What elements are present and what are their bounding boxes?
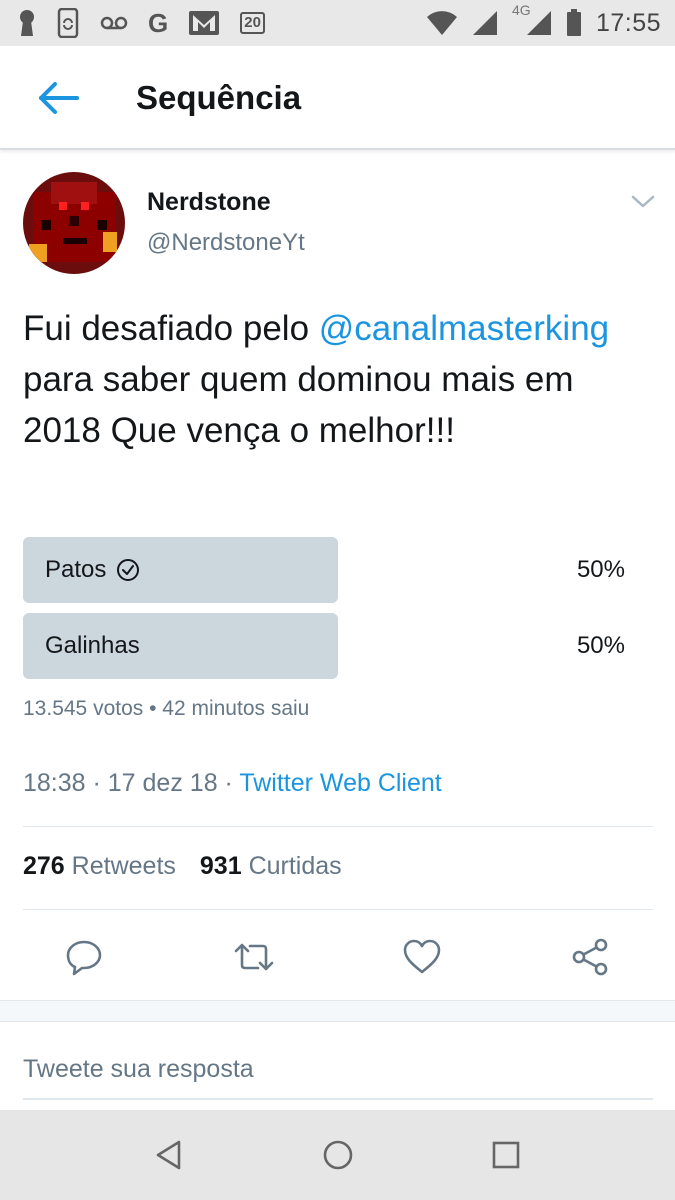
app-header: Sequência xyxy=(0,46,675,150)
avatar[interactable] xyxy=(23,172,125,274)
chevron-down-icon xyxy=(631,195,655,208)
tweet-text-start: Fui desafiado pelo xyxy=(23,309,319,348)
keyhole-icon xyxy=(18,9,36,37)
status-bar: G 20 4G 17:55 xyxy=(0,0,675,46)
share-icon xyxy=(572,938,608,976)
page-title: Sequência xyxy=(136,79,302,116)
tweet-menu-button[interactable] xyxy=(628,190,658,214)
tweet-actions xyxy=(0,925,675,987)
voicemail-icon xyxy=(100,15,128,31)
poll-option: Patos 50% xyxy=(23,537,637,603)
android-nav-bar xyxy=(0,1110,675,1200)
likes-count: 931 xyxy=(199,852,242,880)
likes-stat[interactable]: 931 Curtidas xyxy=(200,852,342,881)
nav-home-button[interactable] xyxy=(316,1133,360,1177)
divider xyxy=(23,826,653,827)
retweets-stat[interactable]: 276 Retweets xyxy=(23,852,176,881)
nav-recents-button[interactable] xyxy=(484,1133,528,1177)
reply-button[interactable] xyxy=(60,933,108,981)
author-handle[interactable]: @NerdstoneYt xyxy=(147,229,305,257)
back-triangle-icon xyxy=(156,1140,181,1170)
arrow-left-icon xyxy=(39,82,79,114)
status-bar-right: 4G 17:55 xyxy=(426,2,661,38)
retweet-button[interactable] xyxy=(230,933,278,981)
poll-option-label: Galinhas xyxy=(45,613,140,679)
notification-badge-icon: 20 xyxy=(240,12,265,34)
section-separator xyxy=(0,1000,675,1022)
signal-4g-icon: 4G xyxy=(512,2,552,36)
gmail-icon xyxy=(188,10,220,36)
recents-square-icon xyxy=(492,1141,520,1169)
status-time: 17:55 xyxy=(595,8,661,37)
poll-meta: 13.545 votos • 42 minutos saiu xyxy=(23,697,310,720)
timestamp-text: 18:38 · 17 dez 18 · xyxy=(23,769,240,797)
likes-label: Curtidas xyxy=(248,852,342,880)
reply-input[interactable]: Tweete sua resposta xyxy=(23,1040,653,1100)
heart-icon xyxy=(403,939,441,974)
phone-sync-icon xyxy=(56,8,80,38)
author-name[interactable]: Nerdstone xyxy=(147,188,271,217)
divider xyxy=(23,909,653,910)
share-button[interactable] xyxy=(566,933,614,981)
back-button[interactable] xyxy=(30,76,86,120)
poll-percentage: 50% xyxy=(576,632,625,659)
check-circle-icon xyxy=(117,559,140,581)
retweets-label: Retweets xyxy=(71,852,176,880)
home-circle-icon xyxy=(323,1140,353,1170)
battery-icon xyxy=(566,9,582,37)
client-link[interactable]: Twitter Web Client xyxy=(239,769,441,797)
signal-icon xyxy=(472,10,498,36)
reply-icon xyxy=(66,940,102,976)
tweet-timestamp: 18:38 · 17 dez 18 · Twitter Web Client xyxy=(23,769,442,798)
poll-percentage: 50% xyxy=(576,556,625,583)
nav-back-button[interactable] xyxy=(147,1133,191,1177)
google-icon: G xyxy=(148,7,169,38)
wifi-icon xyxy=(426,10,458,36)
poll-option-text: Patos xyxy=(45,556,107,583)
mention-link[interactable]: @canalmasterking xyxy=(319,309,609,348)
retweets-count: 276 xyxy=(23,852,65,880)
retweet-icon xyxy=(234,943,274,971)
tweet-text: Fui desafiado pelo @canalmasterking para… xyxy=(23,303,643,456)
network-type-label: 4G xyxy=(511,2,531,18)
poll-option-text: Galinhas xyxy=(45,632,140,659)
poll-option-label: Patos xyxy=(45,537,140,603)
status-bar-left: G 20 xyxy=(18,8,265,38)
tweet-stats: 276 Retweets 931 Curtidas xyxy=(23,852,342,881)
tweet-text-end: para saber quem dominou mais em 2018 Que… xyxy=(23,360,574,450)
poll-option: Galinhas 50% xyxy=(23,613,637,679)
like-button[interactable] xyxy=(398,933,446,981)
